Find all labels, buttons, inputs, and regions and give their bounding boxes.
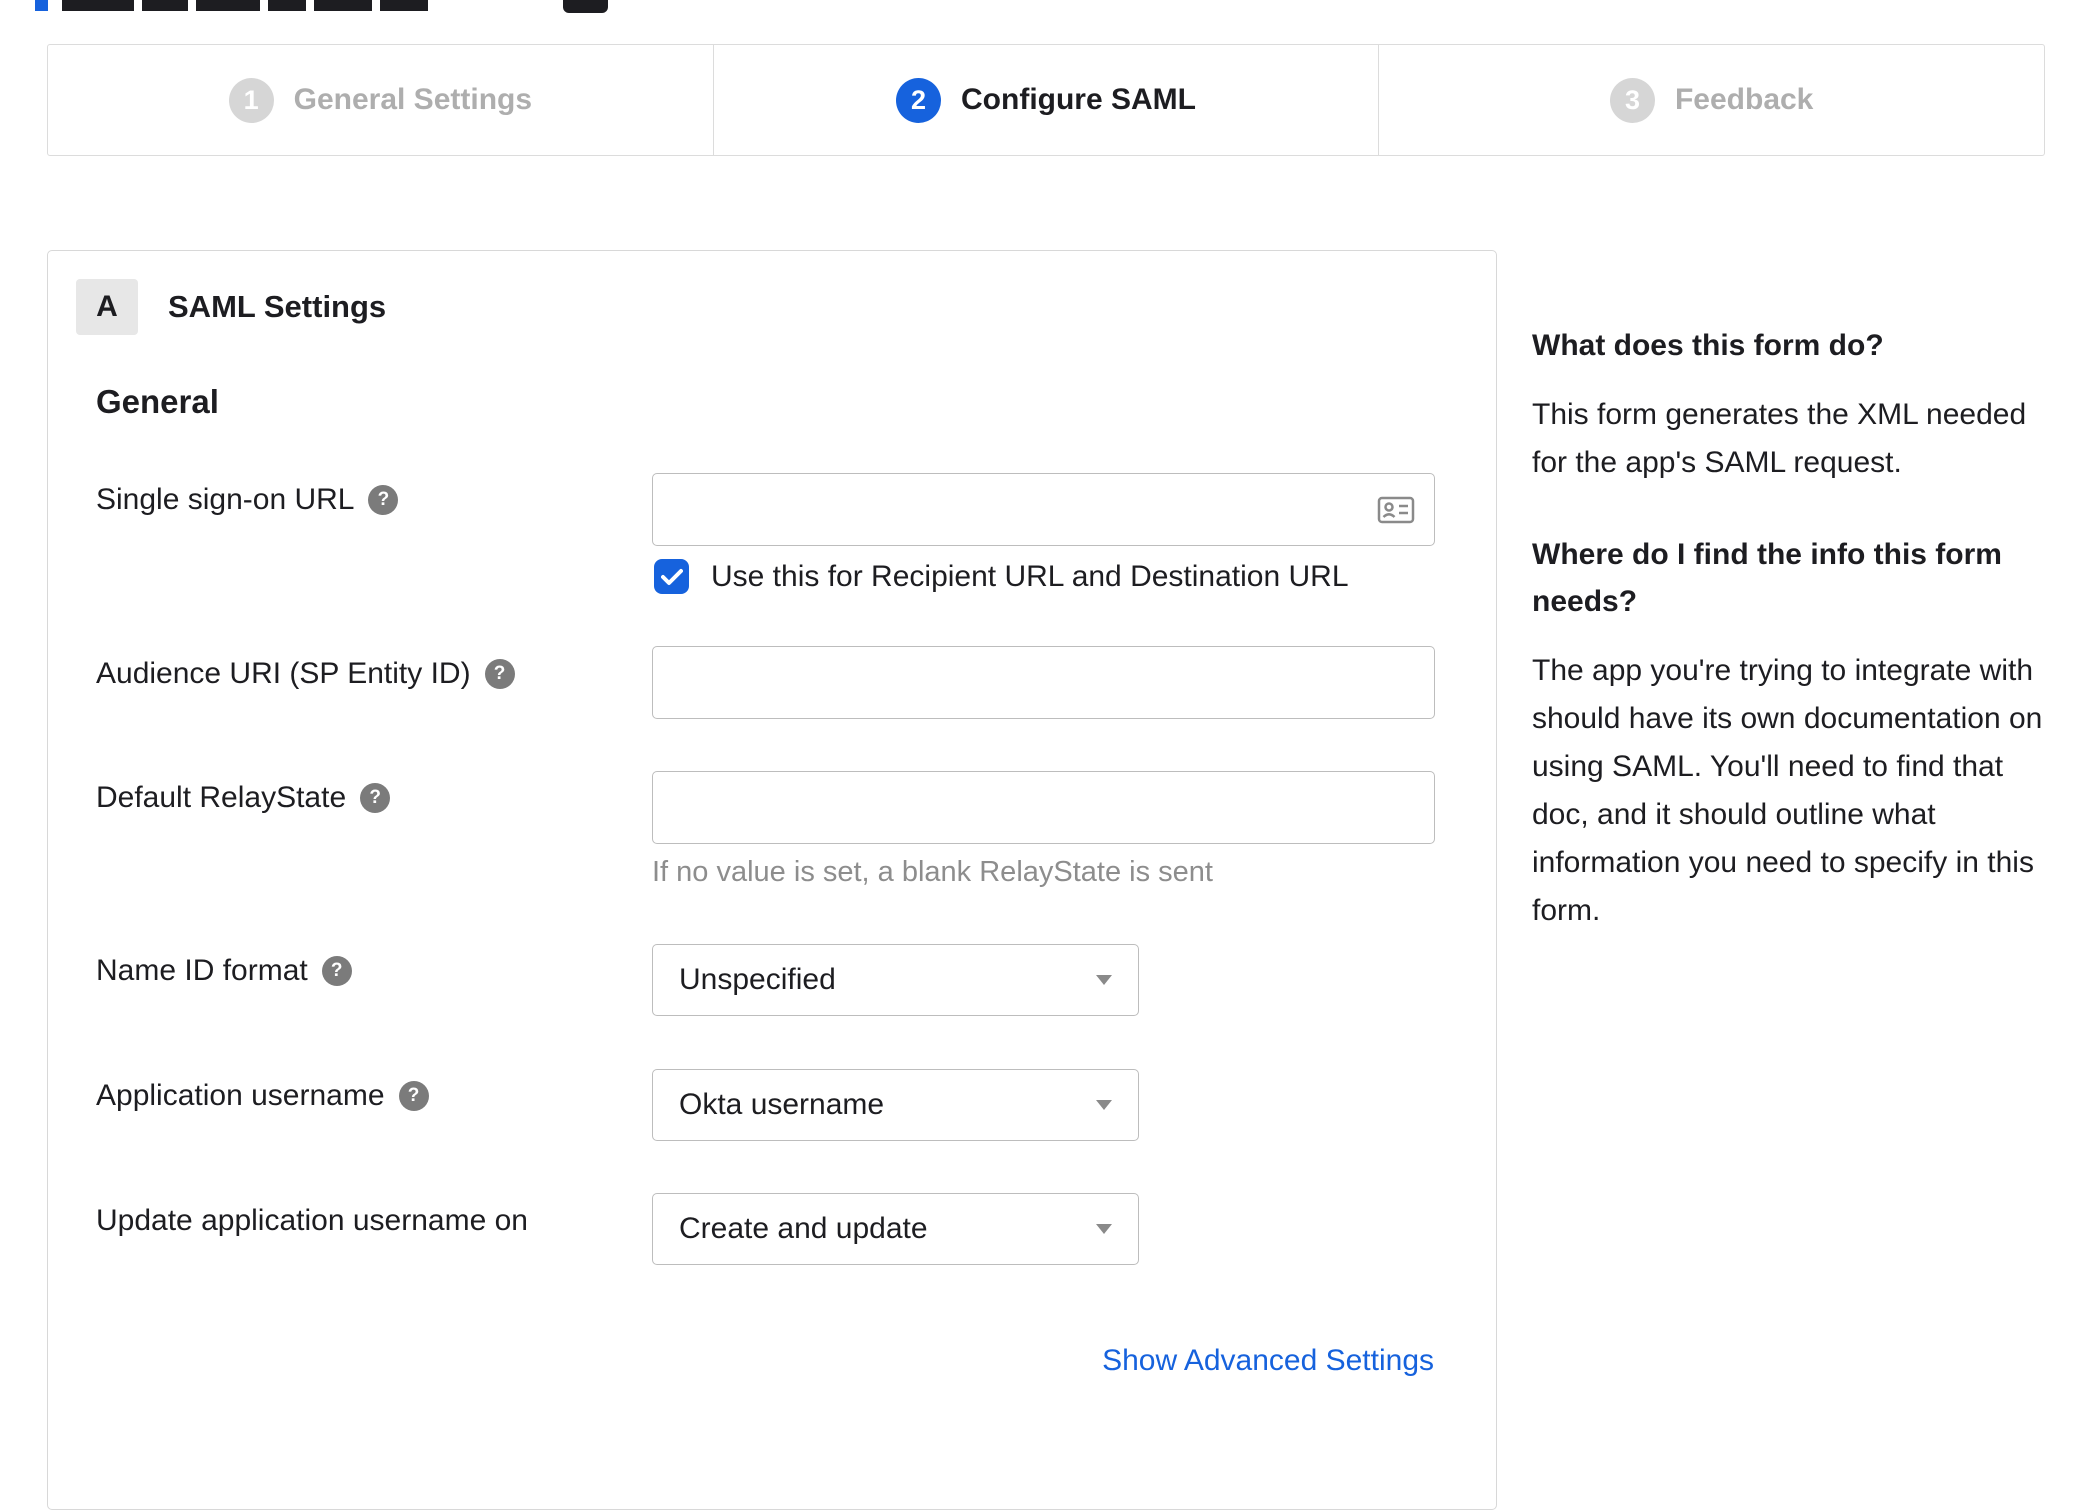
step-label: Configure SAML [961,83,1196,116]
section-title: SAML Settings [168,289,387,324]
chevron-down-icon [1096,975,1112,985]
checkmark-icon [660,568,683,585]
audience-uri-input[interactable] [652,646,1435,719]
wizard-stepper: 1 General Settings 2 Configure SAML 3 Fe… [47,44,2045,156]
clipped-logo [563,0,608,13]
general-group-title: General [96,383,219,420]
update-username-value: Create and update [679,1212,928,1245]
relay-state-input[interactable] [652,771,1435,844]
relay-state-label: Default RelayState [96,781,347,814]
clipped-title-text [196,0,260,11]
sidebar-answer-1: This form generates the XML needed for t… [1532,398,2027,479]
sso-url-input-wrap [652,473,1435,546]
saml-settings-panel: A SAML Settings General Single sign-on U… [47,250,1497,1510]
clipped-title-accent-bar [35,0,48,11]
step-label: Feedback [1674,83,1814,116]
application-username-label-row: Application username ? [96,1079,429,1113]
clipped-title-text [314,0,372,11]
name-id-format-label: Name ID format [96,954,308,987]
recipient-url-checkbox-label[interactable]: Use this for Recipient URL and Destinati… [711,560,1349,594]
application-username-select[interactable]: Okta username [652,1069,1139,1141]
sidebar-question-1: What does this form do? [1532,329,1884,362]
application-username-label: Application username [96,1079,385,1112]
section-header: A SAML Settings [76,279,386,335]
section-a-badge: A [76,279,138,335]
sso-url-label-row: Single sign-on URL ? [96,483,399,517]
clipped-page-header [0,0,2092,16]
name-id-format-value: Unspecified [679,963,836,996]
step-number-badge: 2 [896,77,942,123]
name-id-format-label-row: Name ID format ? [96,954,352,988]
update-username-label: Update application username on [96,1204,528,1237]
sidebar-answer-2: The app you're trying to integrate with … [1532,654,2043,927]
step-number-badge: 3 [1609,77,1655,123]
help-icon[interactable]: ? [368,485,399,515]
application-username-value: Okta username [679,1088,885,1121]
step-label: General Settings [293,83,533,116]
relay-state-label-row: Default RelayState ? [96,781,391,815]
relay-state-helper-text: If no value is set, a blank RelayState i… [652,856,1213,888]
update-username-select[interactable]: Create and update [652,1193,1139,1265]
sidebar-question-2: Where do I find the info this form needs… [1532,538,2002,618]
step-general-settings[interactable]: 1 General Settings [48,45,714,155]
audience-uri-label: Audience URI (SP Entity ID) [96,657,471,690]
name-id-format-select[interactable]: Unspecified [652,944,1139,1016]
clipped-title-text [268,0,306,11]
chevron-down-icon [1096,1224,1112,1234]
contact-card-icon[interactable] [1377,495,1415,525]
sso-url-label: Single sign-on URL [96,483,355,516]
recipient-url-checkbox[interactable] [654,559,689,594]
help-icon[interactable]: ? [398,1081,429,1111]
help-sidebar: What does this form do? This form genera… [1532,322,2047,979]
clipped-title-text [62,0,134,11]
show-advanced-settings-link[interactable]: Show Advanced Settings [1102,1344,1434,1378]
audience-uri-label-row: Audience URI (SP Entity ID) ? [96,657,515,691]
step-configure-saml[interactable]: 2 Configure SAML [714,45,1380,155]
step-feedback[interactable]: 3 Feedback [1379,45,2044,155]
help-icon[interactable]: ? [484,659,515,689]
help-icon[interactable]: ? [321,956,352,986]
update-username-label-row: Update application username on [96,1204,528,1238]
chevron-down-icon [1096,1100,1112,1110]
step-number-badge: 1 [228,77,274,123]
help-icon[interactable]: ? [360,783,391,813]
sso-checkbox-row: Use this for Recipient URL and Destinati… [654,559,1349,594]
clipped-title-text [142,0,188,11]
sso-url-input[interactable] [652,473,1435,546]
clipped-title-text [380,0,428,11]
